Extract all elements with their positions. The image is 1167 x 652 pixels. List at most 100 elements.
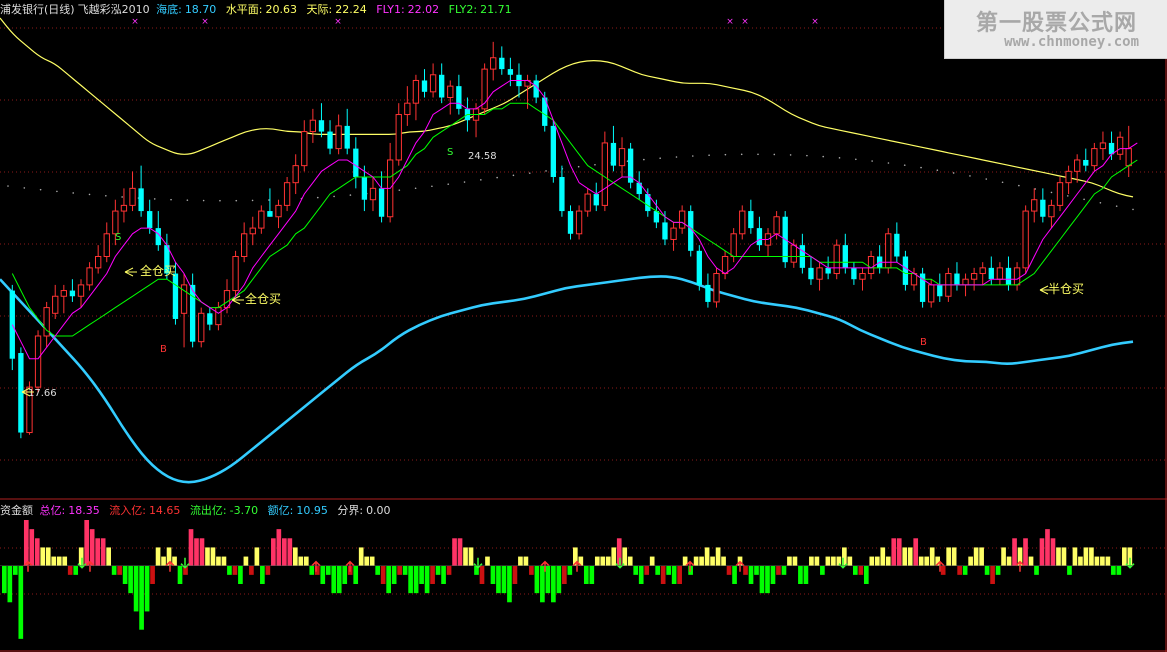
inflow-bar [874,556,880,566]
outflow-bar [111,565,117,575]
inflow-bar [358,547,364,566]
outflow-bar [67,565,73,575]
outflow-bar [342,565,348,584]
outflow-bar [325,565,331,575]
outflow-bar [1116,565,1122,575]
outflow-bar [265,565,271,575]
outflow-bar [534,565,540,594]
water-level-dot [463,181,466,183]
signal-mark: × [334,17,342,27]
inflow-bar [364,556,370,566]
water-level-dot [1132,208,1134,211]
inflow-bar [1023,538,1028,566]
inflow-bar [1083,547,1089,566]
outflow-bar [743,565,748,575]
water-level-dot [969,175,971,177]
candle-body-down [353,148,359,177]
inflow-bar [1045,529,1050,566]
inflow-bar [1094,556,1100,566]
water-level-dot [23,187,26,189]
outflow-bar [852,565,858,575]
buy-arrow-icon [345,560,355,572]
inflow-bar [973,547,979,566]
candle-body-up [369,187,377,201]
outflow-bar [320,565,326,584]
inflow-bar [896,538,902,566]
candle-body-down [267,211,273,217]
outflow-bar [666,565,671,575]
water-level-dot [39,188,42,191]
outflow-bar [446,565,452,575]
candle-body-up [859,273,866,280]
candle-body-up [103,233,110,258]
inflow-bar [924,556,930,566]
candle-body-up [867,256,875,275]
outflow-bar [1034,565,1039,575]
candle-body-up [1048,204,1055,218]
outflow-bar [12,565,18,575]
inflow-bar [622,547,628,566]
sub-indicator-header: 资金额 总亿: 18.35 流入亿: 14.65 流出亿: -3.70 额亿: 10.9… [0,504,397,518]
candle-body-up [739,210,746,235]
outflow-bar [638,565,644,584]
candle-body-down [172,273,179,319]
candle-body-up [241,233,248,258]
candle-body-down [147,211,153,229]
candle-body-down [439,74,445,98]
candle-body-up [309,119,317,133]
candle-body-down [808,267,814,280]
outflow-bar [540,565,545,603]
candle-body-down [902,256,909,285]
price-chart[interactable]: × × × × × ×S全仓买全仓买BS 24.58B半仓买17.66 [0,0,1167,652]
candle-body-up [885,233,892,269]
candle-body-up [790,244,797,263]
outflow-bar [671,565,677,584]
chart-annotation: 17.66 [28,388,57,399]
inflow-bar [56,556,62,566]
outflow-bar [633,565,639,575]
candle-body-down [567,211,574,234]
candle-body-down [318,120,325,132]
outflow-bar [441,565,446,584]
candle-body-up [395,114,402,161]
inflow-bar [869,556,875,566]
outflow-bar [803,565,809,584]
candle-body-up [670,227,677,240]
candle-body-up [970,273,978,280]
inflow-bar [303,556,309,566]
inflow-bar [1012,538,1017,566]
candle-body-up [584,193,591,212]
outflow-bar [589,565,595,584]
outflow-bar [413,565,419,594]
inflow-bar [814,556,820,566]
outflow-bar [995,565,1001,575]
inflow-bar [693,556,699,566]
candle-body-up [1091,148,1098,167]
water-level-dot [398,189,401,191]
candle-body-up [34,335,42,388]
water-level-dot [7,185,9,187]
inflow-bar [809,556,814,566]
candle-body-down [954,273,960,285]
outflow-bar [133,565,139,612]
outflow-bar [490,565,496,584]
outflow-bar [375,565,381,575]
inflow-bar [485,556,490,566]
outflow-bar [424,565,430,594]
water-level-dot [789,154,792,156]
outflow-bar [940,565,946,575]
sea-floor-line [0,275,1134,484]
inflow-bar [946,547,951,566]
inflow-bar [611,547,617,566]
candle-body-up [292,165,299,184]
outflow-bar [144,565,150,612]
outflow-bar [726,565,732,575]
inflow-bar [29,529,35,566]
outflow-bar [748,565,754,584]
candle-body-up [601,142,609,206]
outflow-bar [260,565,265,584]
sub-title: 资金额 [0,504,33,517]
candle-body-down [327,131,333,149]
chart-annotation: S [115,232,121,243]
buy-arrow-icon [735,560,745,572]
